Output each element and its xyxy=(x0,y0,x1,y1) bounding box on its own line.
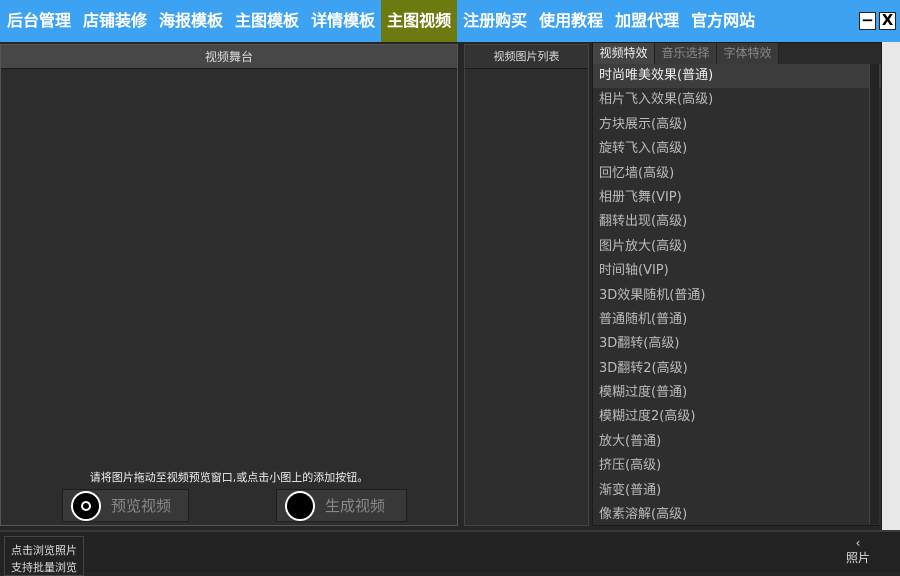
outer-scrollbar[interactable] xyxy=(882,42,900,530)
effect-item[interactable]: 翻转出现(高级) xyxy=(593,210,881,234)
stage-hint: 请将图片拖动至视频预览窗口,或点击小图上的添加按钮。 xyxy=(89,471,369,484)
effect-item[interactable]: 图片放大(高级) xyxy=(593,235,881,259)
nav-item[interactable]: 官方网站 xyxy=(685,0,761,42)
image-list-panel: 视频图片列表 xyxy=(464,44,589,526)
nav-item[interactable]: 海报模板 xyxy=(153,0,229,42)
preview-label: 预览视频 xyxy=(111,497,172,515)
effects-scrollbar[interactable] xyxy=(869,64,879,524)
effects-tab[interactable]: 字体特效 xyxy=(717,43,779,64)
photo-browser: 点击浏览照片 支持批量浏览 ‹ 照片 xyxy=(0,530,900,576)
nav-item[interactable]: 店铺装修 xyxy=(77,0,153,42)
image-list-title: 视频图片列表 xyxy=(465,45,588,69)
effect-item[interactable]: 模糊过度2(高级) xyxy=(593,405,881,429)
effect-item[interactable]: 挤压(高级) xyxy=(593,454,881,478)
effect-item[interactable]: 时间轴(VIP) xyxy=(593,259,881,283)
effect-item[interactable]: 时尚唯美效果(普通) xyxy=(593,64,881,89)
effect-item[interactable]: 普通随机(普通) xyxy=(593,308,881,332)
effect-item[interactable]: 模糊过度(普通) xyxy=(593,381,881,405)
clapper-icon xyxy=(285,490,315,521)
generate-video-button[interactable]: 生成视频 xyxy=(276,489,407,522)
nav-item[interactable]: 使用教程 xyxy=(533,0,609,42)
browse-line1: 点击浏览照片 xyxy=(11,544,77,557)
preview-icon xyxy=(71,490,101,521)
nav-item[interactable]: 主图视频 xyxy=(381,0,458,42)
preview-video-button[interactable]: 预览视频 xyxy=(62,489,189,522)
side-label: 照片 xyxy=(845,551,870,565)
effect-item[interactable]: 回忆墙(高级) xyxy=(593,162,881,186)
effect-item[interactable]: 相片飞入效果(高级) xyxy=(593,88,881,112)
nav-item[interactable]: 注册购买 xyxy=(457,0,533,42)
browse-photos-button[interactable]: 点击浏览照片 支持批量浏览 xyxy=(4,536,84,576)
close-button[interactable]: X xyxy=(879,12,896,30)
effect-item[interactable]: 3D翻转2(高级) xyxy=(593,357,881,381)
effect-item[interactable]: 3D翻转(高级) xyxy=(593,332,881,356)
effects-panel: 视频特效 音乐选择 字体特效 时尚唯美效果(普通) 相片飞入效果(高级) 方块展示(高级… xyxy=(592,42,882,526)
effects-tab[interactable]: 视频特效 xyxy=(593,43,655,64)
effect-item[interactable]: 放大(普通) xyxy=(593,430,881,454)
effects-tab[interactable]: 音乐选择 xyxy=(655,43,717,64)
photos-side-toggle[interactable]: ‹ 照片 xyxy=(846,536,870,566)
nav-item[interactable]: 后台管理 xyxy=(1,0,77,42)
chevron-left-icon: ‹ xyxy=(855,536,861,550)
generate-label: 生成视频 xyxy=(325,497,386,515)
effect-item[interactable]: 旋转飞入(高级) xyxy=(593,137,881,161)
effect-item[interactable]: 像素溶解(高级) xyxy=(593,503,881,527)
effect-item[interactable]: 渐变(普通) xyxy=(593,479,881,503)
effect-item[interactable]: 3D效果随机(普通) xyxy=(593,284,881,308)
stage-title: 视频舞台 xyxy=(1,45,457,69)
nav-item[interactable]: 主图模板 xyxy=(229,0,305,42)
top-nav: 后台管理 店铺装修 海报模板 主图模板 详情模板 主图视频 注册购买 使用教程 加盟代理 官方网站… xyxy=(0,0,900,42)
browse-line2: 支持批量浏览 xyxy=(11,561,77,574)
minimize-button[interactable]: − xyxy=(859,12,876,30)
effect-item[interactable]: 相册飞舞(VIP) xyxy=(593,186,881,210)
nav-item[interactable]: 详情模板 xyxy=(305,0,381,42)
effect-item[interactable]: 方块展示(高级) xyxy=(593,113,881,137)
video-stage[interactable]: 视频舞台 请将图片拖动至视频预览窗口,或点击小图上的添加按钮。 预览视频 生成视… xyxy=(0,44,458,526)
nav-item[interactable]: 加盟代理 xyxy=(609,0,685,42)
